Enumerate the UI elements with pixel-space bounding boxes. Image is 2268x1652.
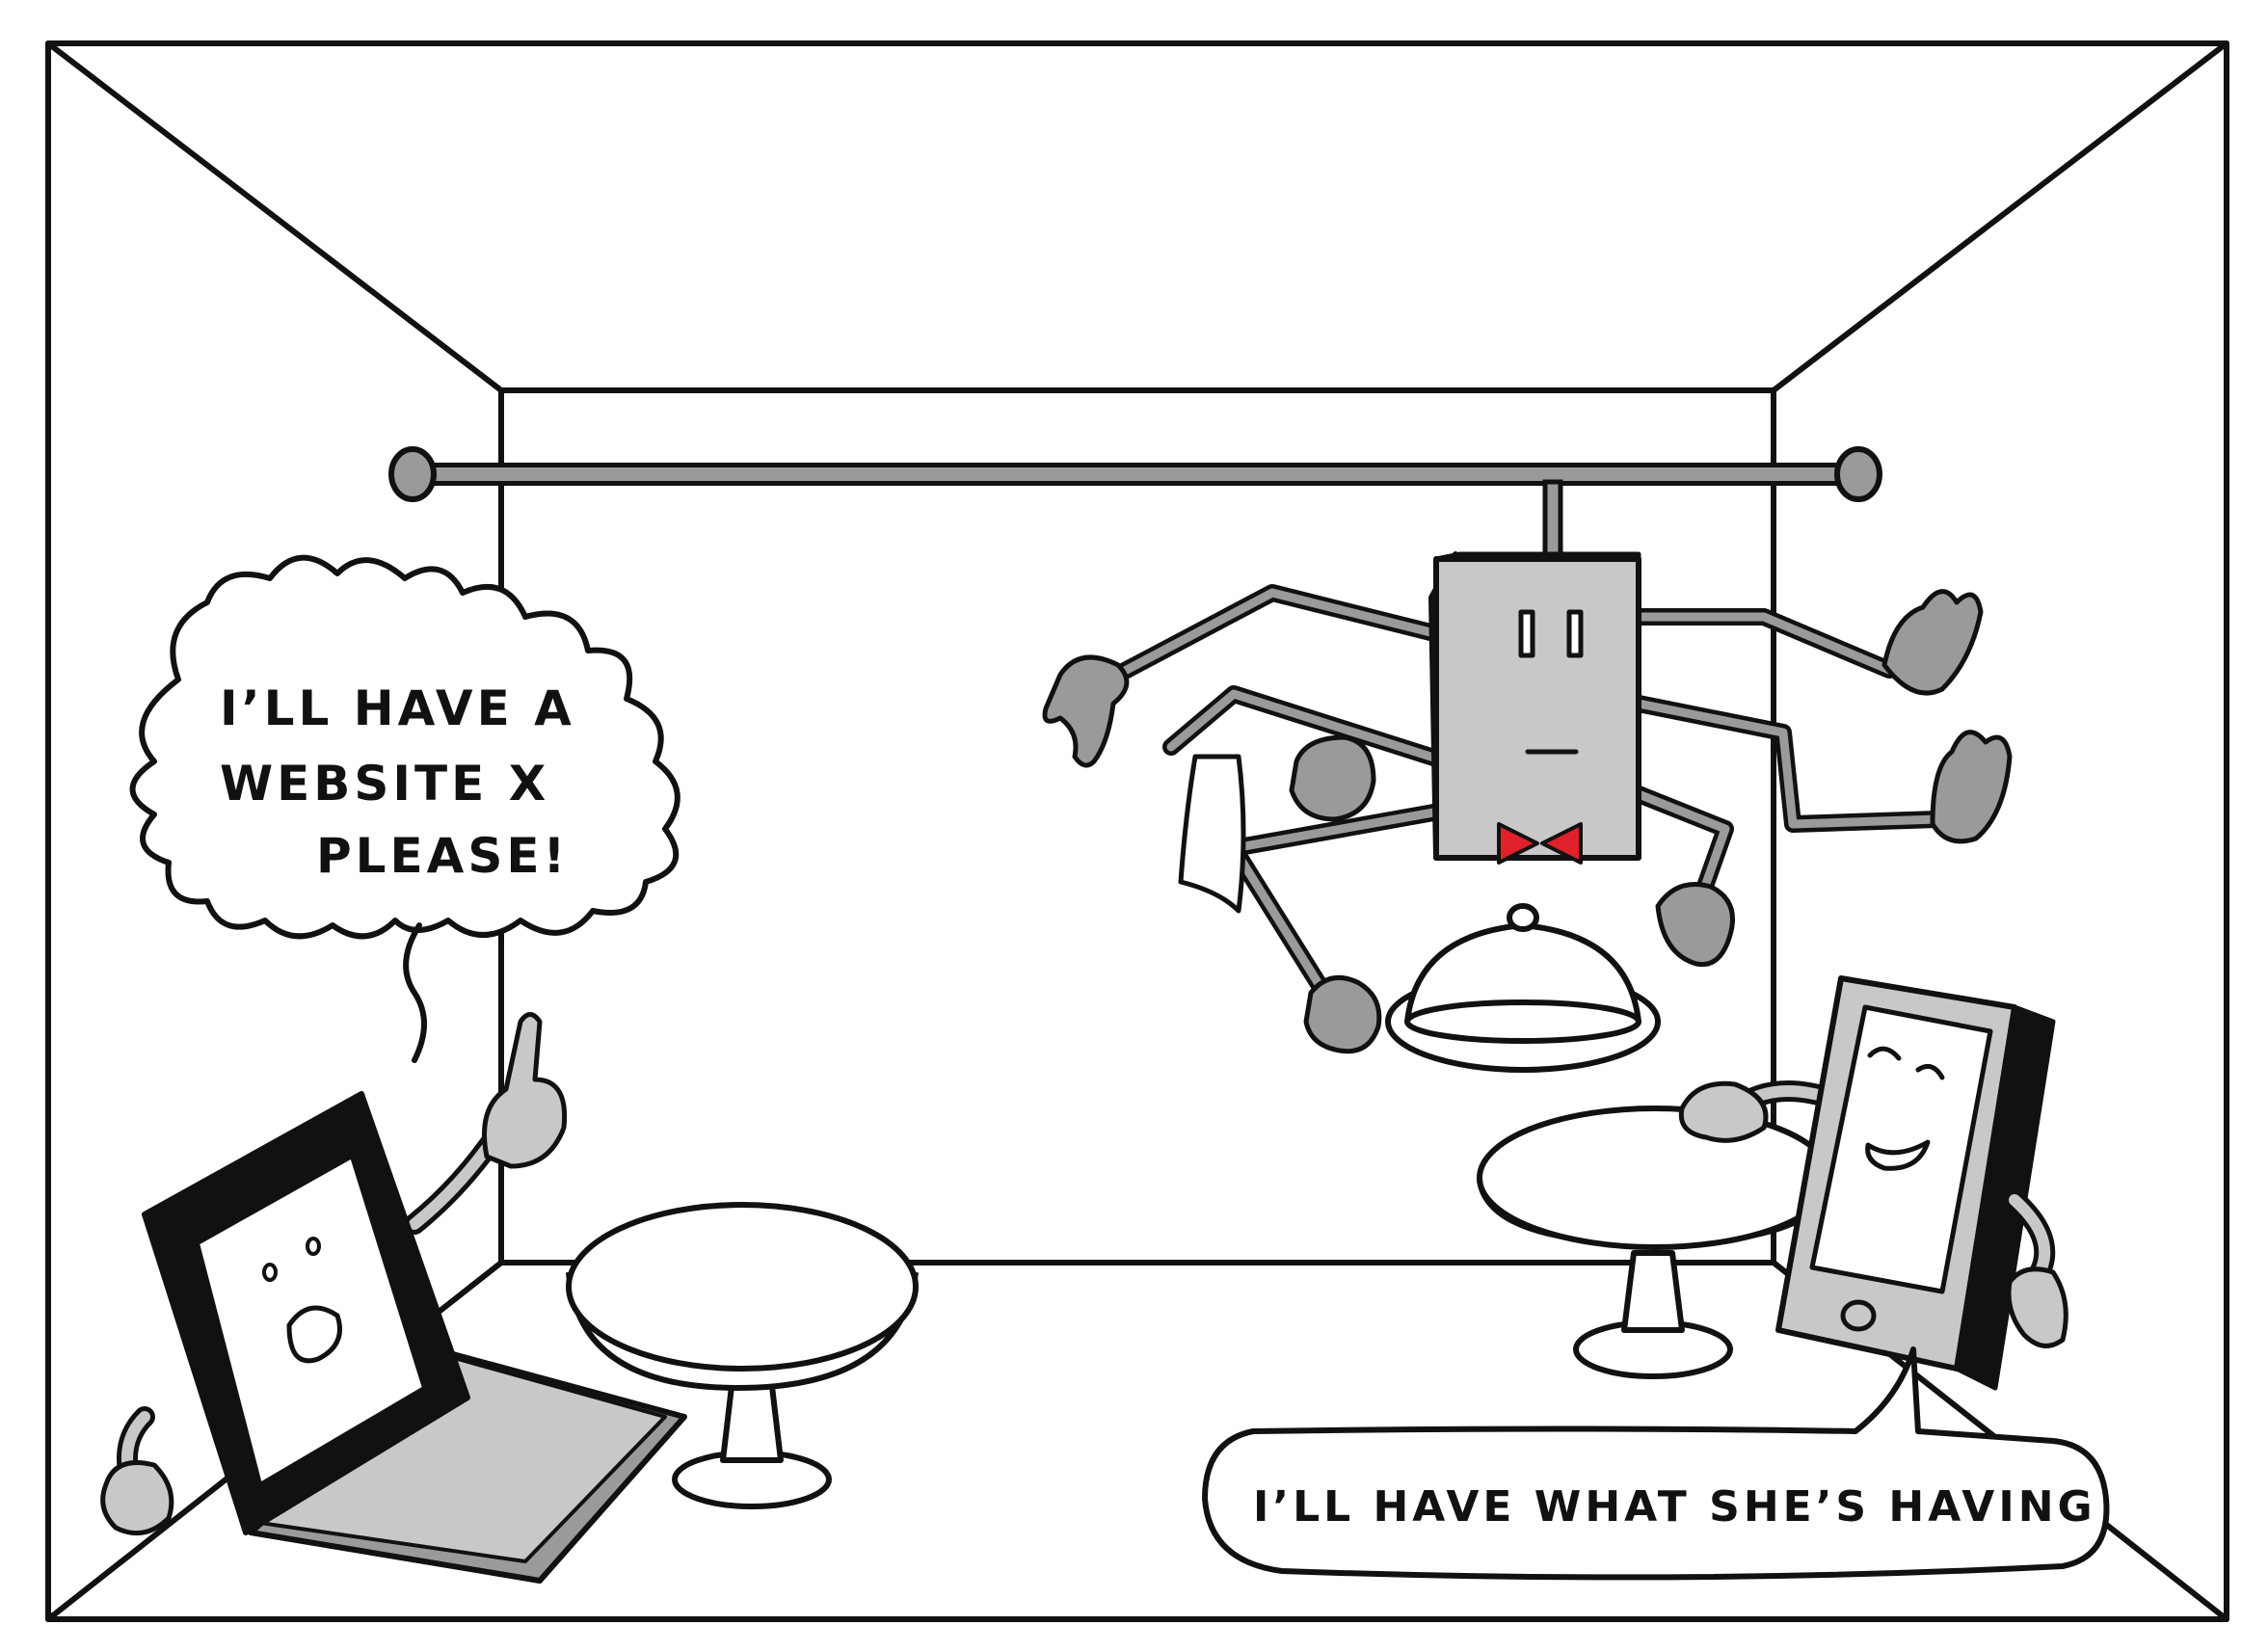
phone-hand-side [2006, 1266, 2068, 1348]
cloche-knob [1507, 903, 1539, 932]
serving-cloche [1385, 903, 1661, 1073]
server-hand-plate [1303, 974, 1382, 1054]
rail-mount-right [1834, 446, 1882, 502]
perspective-line-top-right [1771, 40, 2229, 393]
ceiling-rail [388, 446, 1882, 562]
laptop-eye-right [306, 1237, 321, 1256]
server-hand-stop [1930, 730, 2013, 844]
server-body-top [1433, 551, 1641, 562]
server-body-front [1433, 556, 1641, 861]
laptop-speech-line-3: PLEASE! [316, 828, 569, 884]
pointing-hand [482, 1012, 568, 1169]
laptop-hand [100, 1460, 174, 1536]
phone-speech-text: I’LL HAVE WHAT SHE’S HAVING [1253, 1482, 2096, 1532]
laptop-speech-bubble: I’LL HAVE A WEBSITE X PLEASE! [129, 554, 680, 1063]
perspective-line-top-left [45, 40, 504, 393]
phone-speech-bubble: I’LL HAVE WHAT SHE’S HAVING [1202, 1346, 2110, 1581]
server-eye-left [1518, 609, 1535, 658]
laptop-speech-line-1: I’LL HAVE A [220, 680, 575, 736]
server-hand-fist [1289, 734, 1376, 822]
right-table [1477, 1106, 1834, 1379]
laptop-eye-left [262, 1263, 278, 1282]
cloche-rim [1404, 999, 1641, 1044]
server-hand-left-claw [1042, 654, 1130, 768]
comic-panel: I’LL HAVE A WEBSITE X PLEASE! I’LL HAVE … [45, 40, 2229, 1622]
laptop-speech-line-2: WEBSITE X [220, 756, 549, 812]
server-eye-right [1566, 609, 1584, 658]
phone-hand-table [1678, 1080, 1769, 1143]
server-hand-grab [1655, 882, 1735, 968]
server-hand-wave-top [1881, 589, 1984, 696]
rail-mount-left [388, 446, 437, 502]
napkin [1178, 754, 1246, 914]
phone-home-button [1840, 1299, 1877, 1332]
